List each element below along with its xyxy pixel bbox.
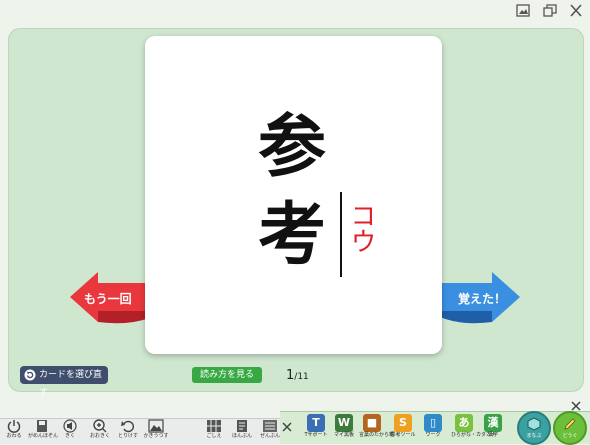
kanji-reading: コウ	[346, 202, 376, 261]
screenshot-icon[interactable]	[516, 4, 530, 17]
work-label: ワーク	[425, 432, 441, 438]
kanji-reading-text: コウ	[346, 202, 376, 254]
word-treasure-label: 言葉のたから箱	[359, 432, 395, 438]
memorized-label: 覚えた！	[458, 292, 507, 306]
thinking-icon: S	[394, 414, 412, 432]
undo-label: とりけす	[117, 433, 138, 439]
panel-collapse-icon[interactable]	[571, 401, 581, 411]
memorized-arrow-button[interactable]: 覚えた！	[440, 270, 520, 326]
work-icon: ▯	[424, 414, 442, 432]
window-titlebar	[0, 0, 590, 22]
thinking-tool-label: 思考ツール	[390, 432, 416, 438]
kanji-button[interactable]: 漢 漢字	[480, 414, 506, 442]
work-button[interactable]: ▯ ワーク	[420, 414, 446, 442]
zoom-icon	[93, 419, 107, 433]
quit-label: おわる	[6, 433, 22, 439]
cube-icon	[527, 417, 541, 431]
show-reading-button[interactable]: 読み方を見る	[192, 367, 262, 383]
zoom-label: おおきく	[89, 433, 110, 439]
card-counter: 1/11	[286, 368, 309, 383]
body-text-button[interactable]: ほんぶん	[228, 418, 256, 443]
t-support-button[interactable]: T Tサポート	[303, 414, 329, 442]
my-blackboard-button[interactable]: W マイ黒板	[331, 414, 357, 442]
text-icon	[263, 420, 277, 432]
speaker-icon	[63, 419, 77, 433]
grid-icon	[207, 420, 221, 432]
blackboard-icon: W	[335, 414, 353, 432]
choose-card-label: カードを選び直す	[39, 370, 103, 398]
listen-button[interactable]: きく	[56, 418, 84, 443]
copy-drawing-label: かきうつす	[143, 433, 169, 439]
copy-drawing-button[interactable]: かきうつす	[142, 418, 170, 443]
quit-button[interactable]: おわる	[0, 418, 28, 443]
save-icon	[37, 420, 47, 432]
retry-label: もう一回	[84, 292, 132, 306]
choose-card-button[interactable]: カードを選び直す	[20, 366, 108, 398]
page-icon	[237, 420, 247, 432]
undo-icon	[121, 420, 134, 433]
kana-icon: あ	[455, 414, 473, 432]
kana-label: ひらがな・カタカナ	[451, 432, 497, 438]
close-window-icon[interactable]	[569, 4, 583, 17]
listen-label: きく	[64, 433, 75, 439]
kanji-top: 参	[258, 107, 327, 187]
kana-button[interactable]: あ ひらがな・カタカナ	[451, 414, 497, 442]
save-screen-button[interactable]: がめんほぞん	[28, 418, 59, 443]
manabi-button[interactable]: まなぶ	[517, 411, 551, 445]
image-icon	[148, 419, 164, 433]
grid-label: ごしえ	[206, 433, 222, 439]
manabi-label: まなぶ	[526, 433, 542, 439]
reading-divider	[340, 192, 342, 277]
treasure-icon: ■	[363, 414, 381, 432]
tools-button[interactable]: どうぐ	[553, 411, 587, 445]
undo-button[interactable]: とりけす	[114, 418, 142, 443]
panel-close-icon[interactable]	[282, 422, 292, 432]
kanji-icon: 漢	[484, 414, 502, 432]
support-icon: T	[307, 414, 325, 432]
word-treasure-button[interactable]: ■ 言葉のたから箱	[359, 414, 395, 442]
grid-button[interactable]: ごしえ	[200, 418, 228, 443]
refresh-icon	[24, 369, 36, 381]
save-screen-label: がめんほぞん	[28, 433, 59, 439]
thinking-tool-button[interactable]: S 思考ツール	[390, 414, 416, 442]
kanji-label: 漢字	[487, 432, 498, 438]
my-blackboard-label: マイ黒板	[333, 432, 354, 438]
restore-window-icon[interactable]	[543, 4, 557, 17]
kanji-bottom: 考	[258, 195, 327, 275]
pencil-icon	[564, 418, 576, 430]
body-text-label: ほんぶん	[231, 433, 252, 439]
tools-label: どうぐ	[562, 433, 578, 439]
power-icon	[7, 420, 21, 433]
t-support-label: Tサポート	[304, 432, 328, 438]
total-cards: 11	[297, 372, 309, 382]
retry-arrow-button[interactable]: もう一回	[70, 270, 152, 326]
zoom-button[interactable]: おおきく	[86, 418, 114, 443]
